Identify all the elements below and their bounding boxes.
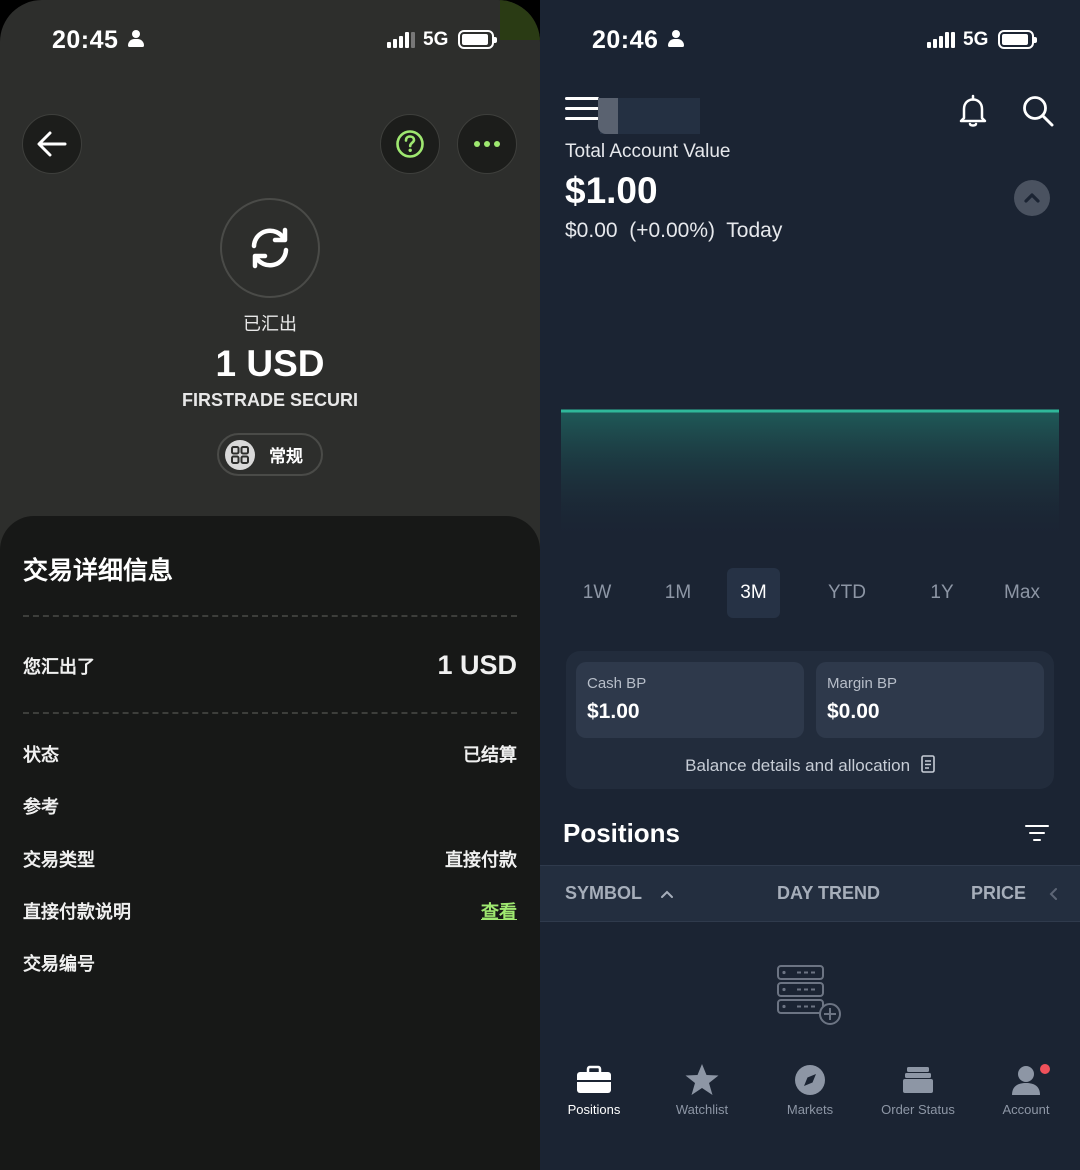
document-icon — [921, 755, 935, 773]
tab-watchlist[interactable]: Watchlist — [648, 1060, 756, 1117]
bottom-tab-bar: Positions Watchlist Markets Order Status… — [540, 1060, 1080, 1170]
detail-row-value: 已结算 — [463, 745, 517, 765]
refresh-icon — [251, 227, 289, 269]
transfer-detail-screen: 20:45 5G 已汇出 1 USD FIRSTRADE SECURI 常规 交… — [0, 0, 540, 1170]
briefcase-icon — [577, 1065, 611, 1093]
divider — [23, 615, 517, 617]
transfer-status-text: 已汇出 — [243, 314, 297, 334]
help-icon — [396, 130, 424, 158]
details-title: 交易详细信息 — [23, 557, 174, 585]
total-account-value: $1.00 — [565, 170, 658, 211]
tab-label: Account — [1002, 1102, 1050, 1117]
margin-bp-label: Margin BP — [827, 675, 898, 692]
range-ytd[interactable]: YTD — [823, 568, 871, 618]
tab-label: Order Status — [881, 1102, 955, 1117]
tab-account[interactable]: Account — [972, 1060, 1080, 1117]
column-symbol[interactable]: SYMBOL — [565, 883, 642, 904]
balance-details-link[interactable]: Balance details and allocation — [566, 755, 1054, 776]
recipient-name: FIRSTRADE SECURI — [181, 390, 358, 410]
tray-icon — [903, 1067, 933, 1093]
margin-bp-value: $0.00 — [827, 700, 880, 723]
range-1w[interactable]: 1W — [580, 568, 614, 618]
status-time: 20:46 — [592, 26, 659, 54]
category-label: 常规 — [269, 447, 303, 466]
signal-icon — [387, 32, 415, 48]
sent-label: 您汇出了 — [23, 657, 95, 677]
divider — [23, 712, 517, 714]
detail-row-value: 直接付款 — [445, 850, 517, 870]
battery-icon — [998, 30, 1037, 49]
person-icon — [667, 30, 685, 48]
column-day-trend[interactable]: DAY TREND — [777, 883, 880, 904]
tab-positions[interactable]: Positions — [540, 1060, 648, 1117]
filter-icon[interactable] — [1025, 825, 1049, 843]
sort-ascending-icon[interactable] — [660, 889, 674, 899]
detail-row-label: 参考 — [23, 797, 59, 817]
total-account-value-label: Total Account Value — [565, 141, 731, 162]
network-type: 5G — [963, 29, 989, 50]
chevron-left-icon[interactable] — [1049, 887, 1059, 901]
cash-bp-label: Cash BP — [587, 675, 647, 692]
range-1y[interactable]: 1Y — [924, 568, 960, 618]
detail-row-label: 交易类型 — [23, 850, 95, 870]
grid-icon — [225, 439, 255, 470]
cash-bp-value: $1.00 — [587, 700, 640, 723]
more-button[interactable] — [457, 114, 517, 174]
back-button[interactable] — [22, 114, 82, 174]
tab-order-status[interactable]: Order Status — [864, 1060, 972, 1117]
status-bar: 20:45 5G — [0, 0, 540, 80]
brokerage-home-screen: 20:46 5G Total Account Value $1.00 $0.00… — [540, 0, 1080, 1170]
time-range-selector: 1W 1M 3M YTD 1Y Max — [560, 568, 1060, 618]
search-icon[interactable] — [1019, 92, 1057, 130]
help-button[interactable] — [380, 114, 440, 174]
transfer-amount: 1 USD — [215, 343, 325, 384]
transaction-details-sheet: 交易详细信息 您汇出了 1 USD 状态 已结算 参考 交易类型 直接付款 直接… — [0, 516, 540, 1170]
tab-label: Watchlist — [675, 1102, 729, 1117]
range-max[interactable]: Max — [1000, 568, 1044, 618]
transfer-status-badge — [220, 198, 320, 298]
view-link[interactable]: 查看 — [481, 898, 517, 924]
battery-icon — [458, 30, 497, 49]
account-value-chart — [561, 409, 1059, 538]
status-bar: 20:46 5G — [540, 0, 1080, 80]
chart-area-fill — [561, 411, 1059, 538]
detail-row-label: 交易编号 — [23, 954, 95, 974]
compass-icon — [795, 1065, 825, 1095]
person-icon — [127, 30, 145, 48]
range-3m[interactable]: 3M — [727, 568, 780, 618]
redacted-account-name — [598, 98, 700, 134]
column-price[interactable]: PRICE — [971, 883, 1026, 904]
notification-dot — [1040, 1064, 1050, 1074]
status-time: 20:45 — [52, 26, 119, 54]
range-1m[interactable]: 1M — [658, 568, 698, 618]
balance-details-text: Balance details and allocation — [685, 756, 911, 775]
collapse-button[interactable] — [1014, 180, 1050, 216]
detail-row-label: 直接付款说明 — [23, 902, 131, 922]
bell-icon[interactable] — [954, 92, 992, 130]
tab-markets[interactable]: Markets — [756, 1060, 864, 1117]
margin-bp-card: Margin BP $0.00 — [816, 662, 1044, 738]
positions-title: Positions — [563, 818, 681, 848]
category-pill[interactable]: 常规 — [217, 433, 323, 476]
positions-table-header: SYMBOL DAY TREND PRICE — [540, 865, 1080, 922]
signal-icon — [927, 32, 955, 48]
tab-label: Markets — [786, 1102, 834, 1117]
menu-icon[interactable] — [565, 97, 599, 121]
arrow-left-icon — [37, 131, 67, 157]
tab-label: Positions — [567, 1102, 621, 1117]
network-type: 5G — [423, 29, 449, 50]
empty-positions-icon — [777, 965, 841, 1025]
chevron-up-icon — [1024, 193, 1040, 203]
more-dots-icon — [474, 141, 500, 147]
detail-row-label: 状态 — [23, 745, 59, 765]
cash-bp-card: Cash BP $1.00 — [576, 662, 804, 738]
buying-power-panel: Cash BP $1.00 Margin BP $0.00 Balance de… — [566, 651, 1054, 789]
person-icon — [1012, 1066, 1040, 1095]
daily-change: $0.00 (+0.00%) Today — [565, 219, 783, 242]
star-icon — [685, 1064, 719, 1095]
sent-value: 1 USD — [437, 650, 517, 680]
